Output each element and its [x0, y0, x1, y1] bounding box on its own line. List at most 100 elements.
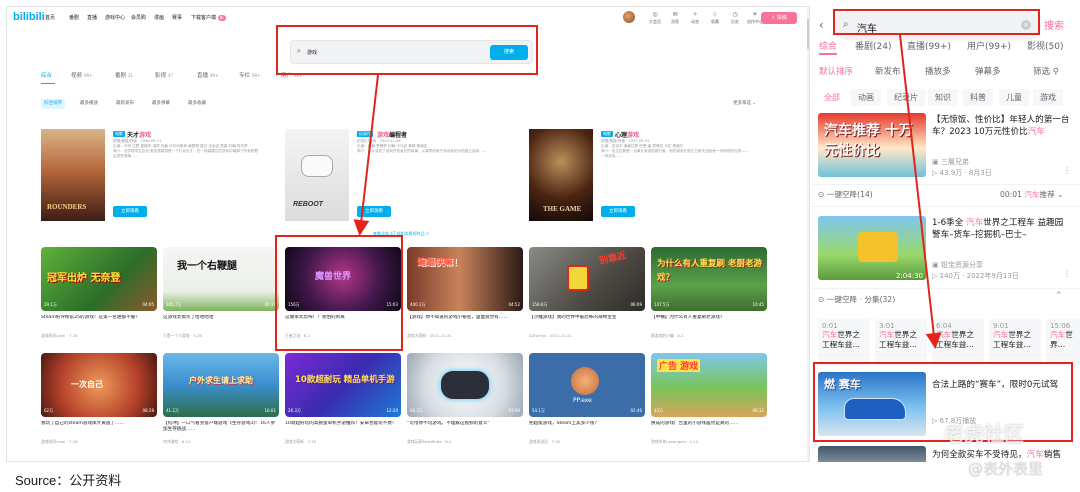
nav-home[interactable]: 首页 [45, 14, 55, 21]
video-title: 10款超好玩的高质量单机手游推荐！安卓也能玩不费！ [285, 421, 397, 426]
mobile-tab-all[interactable]: 综合 [819, 39, 837, 52]
tab-movies[interactable]: 影视 47 [155, 71, 173, 79]
avatar[interactable] [623, 11, 635, 23]
mobile-sort-most-played[interactable]: 播放多 [925, 65, 951, 77]
nav-game-center[interactable]: 游戏中心 [105, 14, 125, 21]
video-thumbnail: 10款超耐玩 精品单机手游 26.3万 12:20 [285, 353, 401, 417]
video-uploader: 游戏大萌新 · 7-25 [285, 439, 317, 444]
chip-all[interactable]: 全部 [817, 89, 847, 106]
chip-game[interactable]: 游戏 [1033, 89, 1063, 106]
video-thumbnail: 冠军出炉 无奈登 29.1万 04:05 [41, 247, 157, 311]
more-icon[interactable]: ⋮ [1063, 166, 1071, 175]
sort-most-played[interactable]: 最多播放 [77, 99, 101, 109]
nav-mall[interactable]: 会员购 [131, 14, 146, 21]
new-badge: 新 [217, 15, 226, 21]
video-title: 【何冲】一口气看完客户端游戏《生存游戏3》：16人参加生存挑战…… [163, 421, 276, 432]
nav-download-client[interactable]: 下载客户端 新 [191, 14, 226, 21]
video-card[interactable]: 户外求生请上求助 41.2万 16:01 【何冲】一口气看完客户端游戏《生存游戏3… [163, 353, 279, 449]
video-thumbnail: PP.exe 54.1万 02:46 [529, 353, 645, 417]
movie-tag: 电影 [601, 131, 613, 137]
mobile-tab-users[interactable]: 用户(99+) [967, 39, 1011, 52]
chip-animation[interactable]: 动画 [851, 89, 881, 106]
video-card[interactable]: 一次自己 62万 08:28 我玩了自己的steam游戏库大黄遇了…… 游戏时间L… [41, 353, 157, 449]
tab-column[interactable]: 专栏 99+ [239, 71, 260, 79]
chip-science[interactable]: 科普 [963, 89, 993, 106]
gamepad-icon [301, 155, 333, 177]
more-filters[interactable]: 更多筛选 ⌄ [733, 100, 756, 106]
movie-poster[interactable]: THE GAME [529, 129, 593, 221]
mobile-sort-most-danmaku[interactable]: 弹幕多 [975, 65, 1001, 77]
mobile-tab-movies[interactable]: 影视(50) [1027, 39, 1063, 52]
mobile-video-title[interactable]: 1-6季全 汽车世界之工程车 益趣园 警车–货车–挖掘机–巴士– [932, 217, 1072, 241]
video-card[interactable]: 为什么有人重复刷 老厨老游戏？ 147.5万 10:45 【中横】为什么有人重复刷… [651, 247, 767, 343]
jump-recommend[interactable]: 00:01 汽车推荐 ⌄ [1000, 189, 1063, 200]
video-card[interactable]: 广告 游戏 43万 06:32 换成的游戏广告里的小游戏居然是真的…… 游戏伙伴L… [651, 353, 767, 449]
mobile-tab-live[interactable]: 直播(99+) [907, 39, 951, 52]
mobile-video-thumbnail[interactable]: 汽车推荐 十万元性价比 [818, 113, 926, 177]
excavator-figure [858, 232, 898, 262]
back-icon[interactable]: ‹ [819, 18, 824, 32]
video-card[interactable]: 我一个右鞭腿 285.7万 00:19 这游戏太搞笑了哈哈哈哈 只是一个小游戏 ·… [163, 247, 279, 343]
mobile-video-stats: ▷ 43.9万 · 8月3日 [932, 169, 992, 177]
scrollbar-track[interactable] [807, 7, 809, 461]
movie-title[interactable]: 心理游戏 [615, 130, 639, 139]
video-card[interactable]: 蝙蝠侠嘛！ 400.1万 04:52 【游戏】你不知道的游戏小秘密，里面竟然有……… [407, 247, 523, 343]
nav-manga[interactable]: 漫画 [154, 14, 164, 21]
mobile-filter[interactable]: 筛选 ⚲ [1033, 65, 1059, 77]
episode-item[interactable]: 6:04 汽车世界之工程车益… [932, 319, 984, 365]
upload-button[interactable]: ⇪ 投稿 [761, 12, 797, 24]
movie-meta: 剧情/悬疑/惊悚 · 1998-09-11 出演：马特·达蒙 爱德华·诺顿 约翰… [113, 139, 258, 158]
nav-esports[interactable]: 赛事 [172, 14, 182, 21]
one-click-jump-episodes[interactable]: ⊙ 一键空降 · 分集(32) [818, 294, 895, 305]
one-click-jump[interactable]: ⊙ 一键空降(14) [818, 189, 873, 200]
watch-now-button[interactable]: 立即观看 [113, 206, 147, 217]
movie-tag: 纪录片 [357, 131, 373, 137]
video-title: 【沙雕游戏】我的世界中最恐怖的海绵宝宝 [529, 315, 617, 320]
chip-kids[interactable]: 儿童 [999, 89, 1029, 106]
video-uploader: 只是一个小游戏 · 3-26 [163, 333, 202, 338]
movie-title[interactable]: 天才游戏 [127, 130, 151, 139]
video-thumbnail: 我一个右鞭腿 285.7万 00:19 [163, 247, 279, 311]
movie-title[interactable]: 游戏编程者 [377, 130, 407, 139]
tab-all[interactable]: 综合 [41, 71, 52, 79]
divider [811, 288, 1080, 289]
sort-newest[interactable]: 最新发布 [113, 99, 137, 109]
video-card[interactable]: 10款超耐玩 精品单机手游 26.3万 12:20 10款超好玩的高质量单机手游推… [285, 353, 401, 449]
movie-poster[interactable]: REBOOT [285, 129, 349, 221]
movie-poster[interactable]: ROUNDERS [41, 129, 105, 221]
video-card[interactable]: 别靠近 158.6万 06:09 【沙雕游戏】我的世界中最恐怖的海绵宝宝 ZZhe… [529, 247, 645, 343]
source-caption: Source：公开资料 [15, 473, 122, 488]
nav-bangumi[interactable]: 番剧 [69, 14, 79, 21]
chevron-up-icon[interactable]: ⌃ [1055, 291, 1063, 301]
episode-item[interactable]: 9:01 汽车世界之工程车益… [989, 319, 1041, 365]
sort-most-danmaku[interactable]: 最多弹幕 [149, 99, 173, 109]
watch-now-button[interactable]: 立即观看 [601, 206, 635, 217]
watch-now-button[interactable]: 立即观看 [357, 206, 391, 217]
tab-live[interactable]: 直播 99+ [197, 71, 218, 79]
episode-item[interactable]: 3:01 汽车世界之工程车益… [875, 319, 927, 365]
mobile-sort-default[interactable]: 默认排序 [819, 65, 853, 77]
mobile-video-title[interactable]: 【无惊饭、性价比】年轻人的第一台车？2023 10万元性价比汽车 [932, 114, 1072, 138]
watermark: 老虎社区 [944, 422, 1024, 446]
scrollbar-thumb[interactable] [807, 19, 809, 49]
mobile-search-button[interactable]: 搜索 [1044, 17, 1064, 32]
more-icon[interactable]: ⋮ [1063, 269, 1071, 278]
nav-live[interactable]: 直播 [87, 14, 97, 21]
episode-item[interactable]: 15:06 汽车世界… [1046, 319, 1080, 365]
sort-default[interactable]: 综合排序 [41, 99, 65, 109]
mobile-sort-newest[interactable]: 新发布 [875, 65, 901, 77]
video-card[interactable]: 冠军出炉 无奈登 29.1万 04:05 Steam好评榜前25的游戏！这第一名谁… [41, 247, 157, 343]
episode-item[interactable]: 0:01 汽车世界之工程车益… [818, 319, 870, 365]
tab-bangumi[interactable]: 番剧 21 [115, 71, 133, 79]
divider [811, 206, 1080, 207]
chip-documentary[interactable]: 纪录片 [887, 89, 925, 106]
mobile-video-thumbnail[interactable] [818, 446, 926, 462]
video-card[interactable]: PP.exe 54.1万 02:46 把超能游戏，Steam上卖多少钱？ 游戏测试… [529, 353, 645, 449]
mobile-tab-bangumi[interactable]: 番剧(24) [855, 39, 891, 52]
video-card[interactable]: 66.2万 03:09 “可惜你不玩游戏，不理解这视频的意义” 游戏玩家BestW… [407, 353, 523, 449]
bilibili-logo[interactable]: bilibili [13, 11, 45, 23]
mobile-video-thumbnail[interactable]: 2:04:30 [818, 216, 926, 280]
chip-knowledge[interactable]: 知识 [928, 89, 958, 106]
sort-most-favorited[interactable]: 最多收藏 [185, 99, 209, 109]
tab-video[interactable]: 视频 99+ [71, 71, 92, 79]
